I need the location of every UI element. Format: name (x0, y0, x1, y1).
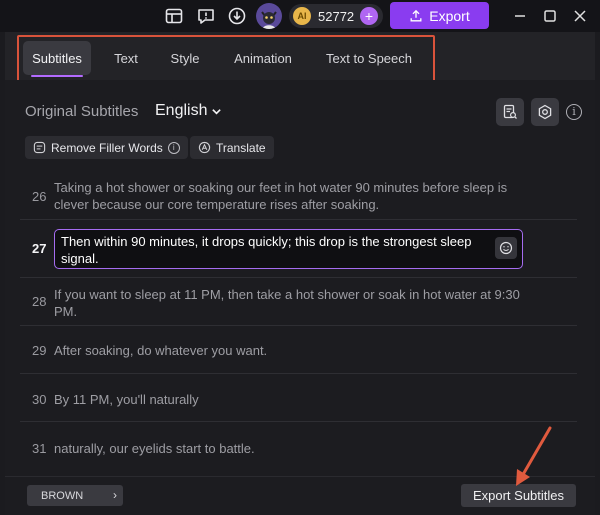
export-button[interactable]: Export (390, 2, 489, 29)
tab-bar: Subtitles Text Style Animation Text to S… (5, 32, 595, 80)
subtitle-index: 26 (32, 189, 47, 204)
emoji-icon (499, 241, 513, 255)
panel-title: Original Subtitles (25, 103, 139, 120)
subtitle-settings-button[interactable] (531, 98, 559, 126)
subtitle-index: 31 (32, 441, 47, 456)
subtitle-style-select[interactable]: BROWN › (27, 485, 123, 506)
layout-icon[interactable] (163, 5, 185, 27)
tab-text[interactable]: Text (105, 41, 147, 75)
feedback-icon[interactable] (195, 5, 217, 27)
export-label: Export (429, 7, 470, 24)
subtitle-row[interactable]: 31 naturally, our eyelids start to battl… (20, 422, 577, 473)
subtitle-index: 30 (32, 392, 47, 407)
tab-style[interactable]: Style (162, 41, 208, 75)
chevron-down-icon (212, 108, 222, 115)
subtitle-row-active[interactable]: 27 Then within 90 minutes, it drops quic… (20, 220, 577, 278)
subtitle-row[interactable]: 30 By 11 PM, you'll naturally (20, 374, 577, 422)
subtitle-edit-field[interactable]: Then within 90 minutes, it drops quickly… (54, 229, 523, 269)
subtitle-search-icon (503, 104, 517, 119)
download-icon[interactable] (226, 5, 248, 27)
filler-words-icon (33, 141, 46, 154)
subtitle-style-value: BROWN (41, 489, 84, 502)
settings-icon (538, 104, 552, 120)
info-icon[interactable]: i (167, 141, 180, 154)
info-icon[interactable]: i (566, 104, 582, 120)
subtitle-index: 29 (32, 343, 47, 358)
translate-label: Translate (216, 140, 266, 155)
avatar-icon[interactable] (256, 3, 282, 29)
language-value: English (155, 102, 208, 119)
translate-button[interactable]: Translate (190, 136, 274, 159)
tab-animation[interactable]: Animation (227, 41, 299, 75)
subtitle-row[interactable]: 28 If you want to sleep at 11 PM, then t… (20, 278, 577, 326)
subtitle-index: 28 (32, 294, 47, 309)
minimize-icon[interactable] (508, 4, 532, 28)
language-dropdown[interactable]: English (155, 102, 222, 120)
tab-text-to-speech[interactable]: Text to Speech (321, 41, 417, 75)
chevron-right-icon: › (113, 488, 117, 502)
subtitle-text[interactable]: Taking a hot shower or soaking our feet … (54, 179, 524, 213)
subtitle-index: 27 (32, 241, 47, 256)
subtitle-text[interactable]: By 11 PM, you'll naturally (54, 391, 524, 408)
subtitle-text[interactable]: naturally, our eyelids start to battle. (54, 440, 524, 457)
export-subtitles-button[interactable]: Export Subtitles (461, 484, 576, 507)
close-icon[interactable] (568, 4, 592, 28)
subtitle-text[interactable]: If you want to sleep at 11 PM, then take… (54, 286, 524, 320)
translate-icon (198, 141, 211, 154)
maximize-icon[interactable] (538, 4, 562, 28)
remove-filler-words-label: Remove Filler Words (51, 140, 163, 155)
subtitle-row[interactable]: 29 After soaking, do whatever you want. (20, 326, 577, 374)
emoji-button[interactable] (495, 237, 517, 259)
subtitle-list: 26 Taking a hot shower or soaking our fe… (20, 170, 577, 473)
credits-count: 52772 (318, 9, 355, 24)
coin-icon: AI (293, 7, 311, 25)
subtitle-text[interactable]: Then within 90 minutes, it drops quickly… (61, 233, 481, 267)
tab-subtitles[interactable]: Subtitles (23, 41, 91, 77)
subtitle-row[interactable]: 26 Taking a hot shower or soaking our fe… (20, 170, 577, 220)
credits-badge: AI 52772 + (289, 4, 383, 28)
upload-icon (410, 9, 422, 21)
remove-filler-words-button[interactable]: Remove Filler Words i (25, 136, 188, 159)
subtitle-search-button[interactable] (496, 98, 524, 126)
subtitle-text[interactable]: After soaking, do whatever you want. (54, 342, 524, 359)
title-bar: AI 52772 + Export (0, 0, 600, 32)
add-credits-button[interactable]: + (360, 7, 378, 25)
